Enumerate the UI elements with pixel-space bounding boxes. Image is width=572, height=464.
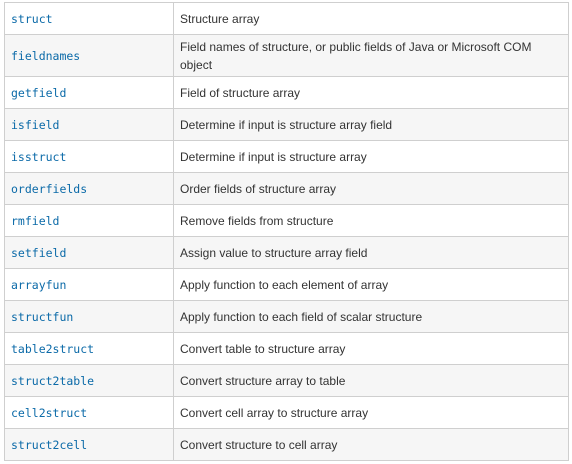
function-name-cell: rmfield: [4, 204, 174, 237]
function-description-cell: Determine if input is structure array: [173, 140, 569, 173]
table-row: table2struct Convert table to structure …: [4, 332, 569, 365]
function-name-cell: fieldnames: [4, 34, 174, 77]
function-description: Apply function to each element of array: [180, 277, 389, 292]
function-link-arrayfun[interactable]: arrayfun: [11, 278, 66, 292]
table-row: struct2cell Convert structure to cell ar…: [4, 428, 569, 461]
function-description-cell: Apply function to each element of array: [173, 268, 569, 301]
function-description-cell: Convert table to structure array: [173, 332, 569, 365]
function-table-body: struct Structure array fieldnames Field …: [4, 2, 569, 461]
function-name-cell: setfield: [4, 236, 174, 269]
function-name-cell: cell2struct: [4, 396, 174, 429]
function-description-cell: Apply function to each field of scalar s…: [173, 300, 569, 333]
function-link-setfield[interactable]: setfield: [11, 246, 66, 260]
function-link-isstruct[interactable]: isstruct: [11, 150, 66, 164]
function-link-struct2table[interactable]: struct2table: [11, 374, 94, 388]
function-link-fieldnames[interactable]: fieldnames: [11, 49, 80, 63]
table-row: struct2table Convert structure array to …: [4, 364, 569, 397]
function-description: Remove fields from structure: [180, 213, 334, 228]
function-reference-table: struct Structure array fieldnames Field …: [4, 2, 569, 461]
function-description: Convert structure to cell array: [180, 437, 338, 452]
function-description-cell: Convert structure to cell array: [173, 428, 569, 461]
function-description-cell: Field of structure array: [173, 76, 569, 109]
table-row: rmfield Remove fields from structure: [4, 204, 569, 237]
function-link-struct2cell[interactable]: struct2cell: [11, 438, 87, 452]
function-description-cell: Remove fields from structure: [173, 204, 569, 237]
function-name-cell: struct2cell: [4, 428, 174, 461]
table-row: isstruct Determine if input is structure…: [4, 140, 569, 173]
function-description: Order fields of structure array: [180, 181, 337, 196]
table-row: isfield Determine if input is structure …: [4, 108, 569, 141]
table-row: fieldnames Field names of structure, or …: [4, 34, 569, 77]
function-description: Assign value to structure array field: [180, 245, 368, 260]
function-description: Determine if input is structure array fi…: [180, 117, 393, 132]
table-row: orderfields Order fields of structure ar…: [4, 172, 569, 205]
function-name-cell: getfield: [4, 76, 174, 109]
function-name-cell: table2struct: [4, 332, 174, 365]
function-name-cell: structfun: [4, 300, 174, 333]
function-description-cell: Order fields of structure array: [173, 172, 569, 205]
function-link-orderfields[interactable]: orderfields: [11, 182, 87, 196]
function-description: Determine if input is structure array: [180, 149, 367, 164]
function-description: Convert table to structure array: [180, 341, 346, 356]
table-row: arrayfun Apply function to each element …: [4, 268, 569, 301]
function-description: Field of structure array: [180, 85, 301, 100]
function-description-cell: Convert cell array to structure array: [173, 396, 569, 429]
function-description: Convert structure array to table: [180, 373, 346, 388]
function-link-isfield[interactable]: isfield: [11, 118, 59, 132]
function-description: Structure array: [180, 11, 260, 26]
function-description: Apply function to each field of scalar s…: [180, 309, 423, 324]
function-link-cell2struct[interactable]: cell2struct: [11, 406, 87, 420]
function-link-table2struct[interactable]: table2struct: [11, 342, 94, 356]
function-name-cell: arrayfun: [4, 268, 174, 301]
table-row: struct Structure array: [4, 2, 569, 35]
function-link-rmfield[interactable]: rmfield: [11, 214, 59, 228]
function-description-cell: Assign value to structure array field: [173, 236, 569, 269]
table-row: setfield Assign value to structure array…: [4, 236, 569, 269]
function-name-cell: orderfields: [4, 172, 174, 205]
table-row: cell2struct Convert cell array to struct…: [4, 396, 569, 429]
function-name-cell: isstruct: [4, 140, 174, 173]
function-description-cell: Structure array: [173, 2, 569, 35]
function-description-cell: Convert structure array to table: [173, 364, 569, 397]
function-description: Field names of structure, or public fiel…: [180, 39, 532, 72]
function-name-cell: struct2table: [4, 364, 174, 397]
function-link-getfield[interactable]: getfield: [11, 86, 66, 100]
function-link-structfun[interactable]: structfun: [11, 310, 73, 324]
function-description: Convert cell array to structure array: [180, 405, 369, 420]
function-name-cell: isfield: [4, 108, 174, 141]
table-row: structfun Apply function to each field o…: [4, 300, 569, 333]
table-row: getfield Field of structure array: [4, 76, 569, 109]
function-name-cell: struct: [4, 2, 174, 35]
function-description-cell: Determine if input is structure array fi…: [173, 108, 569, 141]
function-link-struct[interactable]: struct: [11, 12, 53, 26]
function-description-cell: Field names of structure, or public fiel…: [173, 34, 569, 77]
